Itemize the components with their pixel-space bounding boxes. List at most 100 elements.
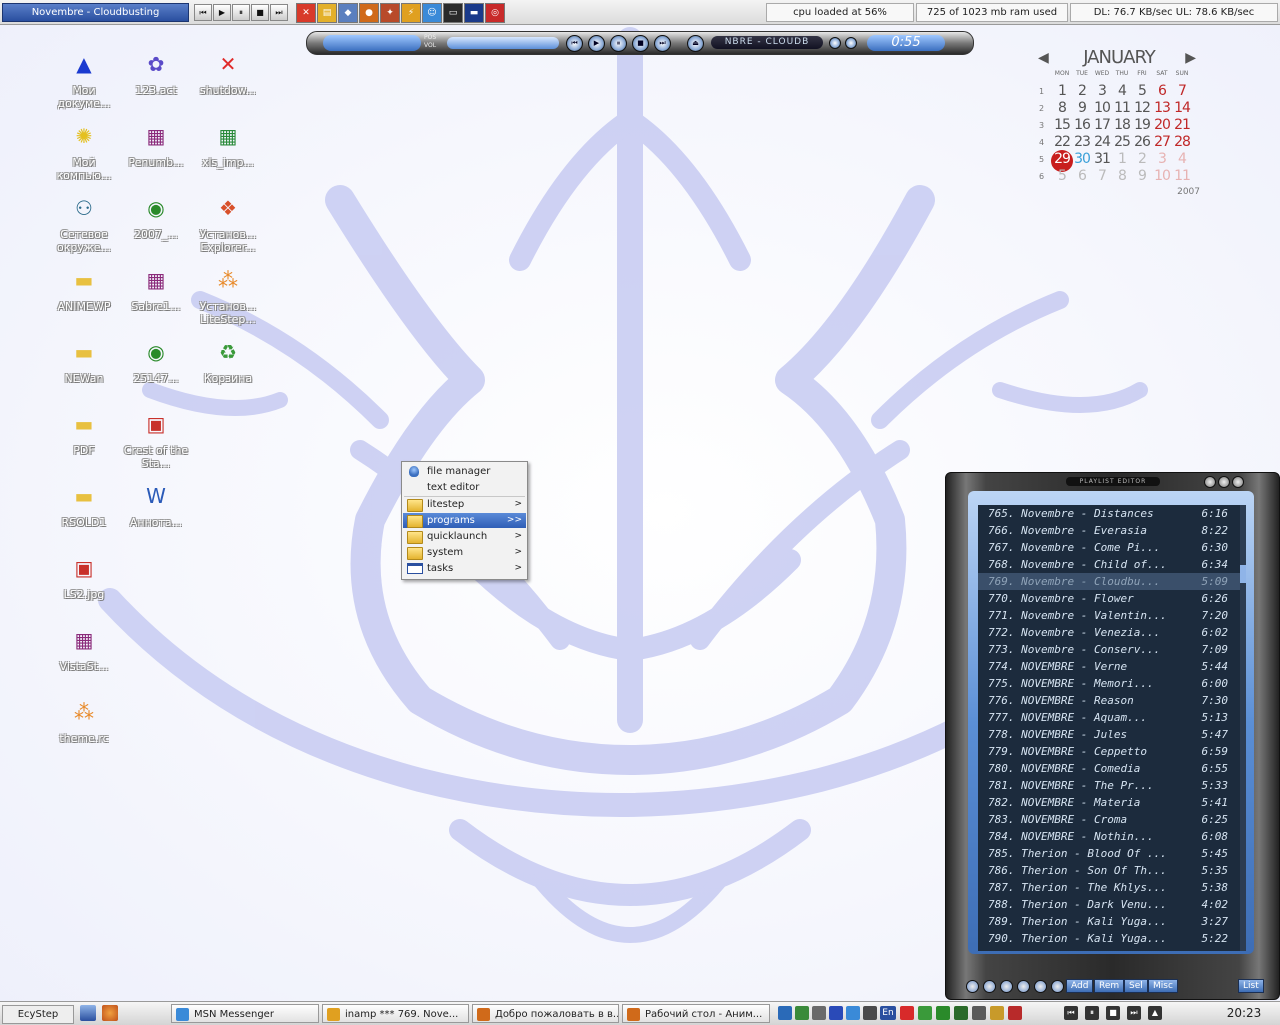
playlist-row[interactable]: 768. Novembre - Child of... 6:34 — [978, 556, 1240, 573]
playlist-row[interactable]: 782. NOVEMBRE - Materia 5:41 — [978, 794, 1240, 811]
calendar-day[interactable]: 21 — [1172, 117, 1192, 133]
winamp-icon[interactable]: ⚡ — [401, 3, 421, 23]
calendar-day[interactable]: 13 — [1152, 100, 1172, 116]
shield-icon[interactable] — [829, 1006, 843, 1020]
playlist-row[interactable]: 774. NOVEMBRE - Verne 5:44 — [978, 658, 1240, 675]
calendar-day[interactable]: 12 — [1132, 100, 1152, 116]
playlist-row[interactable]: 778. NOVEMBRE - Jules 5:47 — [978, 726, 1240, 743]
winamp-main-window[interactable]: POS VOL ⏮ ▶ ⏸ ■ ⏭ ⏏ NBRE - CLOUDB 0:55 — [306, 31, 974, 55]
desktop-icon[interactable]: ✕ shutdow... — [192, 48, 264, 118]
monitor-icon[interactable]: ▭ — [443, 3, 463, 23]
calendar-day[interactable]: 25 — [1112, 134, 1132, 150]
calendar-day[interactable]: 9 — [1132, 168, 1152, 184]
folder-tray-icon[interactable] — [990, 1006, 1004, 1020]
playlist-row[interactable]: 780. NOVEMBRE - Comedia 6:55 — [978, 760, 1240, 777]
playlist-list-button[interactable]: List — [1238, 979, 1264, 993]
seek-slider[interactable] — [447, 37, 559, 49]
calendar-day[interactable]: 23 — [1072, 134, 1092, 150]
playlist-row[interactable]: 787. Therion - The Khlys... 5:38 — [978, 879, 1240, 896]
desktop-icon[interactable]: ✿ 123.act — [120, 48, 192, 118]
desktop-icon[interactable]: ▦ VistaSt... — [48, 624, 120, 694]
terminal-icon[interactable]: ▬ — [464, 3, 484, 23]
desktop-icon[interactable]: ▲ Мои докуме... — [48, 48, 120, 118]
calendar-day[interactable]: 1 — [1112, 151, 1132, 167]
playlist-row[interactable]: 771. Novembre - Valentin... 7:20 — [978, 607, 1240, 624]
playlist-row[interactable]: 788. Therion - Dark Venu... 4:02 — [978, 896, 1240, 913]
playlist-add-button[interactable]: Add — [1066, 979, 1094, 993]
calendar-day[interactable]: 2 — [1132, 151, 1152, 167]
pl-stop-icon[interactable] — [1017, 980, 1030, 993]
calendar-day[interactable]: 18 — [1112, 117, 1132, 133]
tray-prev-icon[interactable]: ⏮ — [1064, 1006, 1078, 1020]
calendar-day[interactable]: 15 — [1052, 117, 1072, 133]
next-month-icon[interactable]: ▶ — [1185, 50, 1196, 66]
opera-icon[interactable]: ◎ — [485, 3, 505, 23]
messenger-tray-icon[interactable] — [846, 1006, 860, 1020]
playlist-row[interactable]: 784. NOVEMBRE - Nothin... 6:08 — [978, 828, 1240, 845]
menu-item-quicklaunch[interactable]: quicklaunch > — [403, 529, 526, 544]
calendar-day[interactable]: 3 — [1092, 83, 1112, 99]
menu-item-system[interactable]: system > — [403, 545, 526, 560]
desktop-icon[interactable]: ⁂ Установ... LiteStep... — [192, 264, 264, 334]
firefox-icon[interactable]: ● — [359, 3, 379, 23]
desktop-icon[interactable]: ⁂ theme.rc — [48, 696, 120, 766]
pl-prev-icon[interactable] — [966, 980, 979, 993]
next-track-button[interactable]: ⏭ — [270, 4, 288, 21]
desktop-icon[interactable]: ⚇ Сетевое окруже... — [48, 192, 120, 262]
desktop-icon[interactable]: ▬ RSOLD1 — [48, 480, 120, 550]
firefox-quick-icon[interactable] — [102, 1005, 118, 1021]
show-desktop-icon[interactable] — [80, 1005, 96, 1021]
calendar-day[interactable]: 27 — [1152, 134, 1172, 150]
gear-icon[interactable] — [972, 1006, 986, 1020]
playlist-scroll-thumb[interactable] — [1240, 565, 1246, 583]
playlist-rem-button[interactable]: Rem — [1094, 979, 1125, 993]
calendar-day[interactable]: 3 — [1152, 151, 1172, 167]
desktop-icon[interactable]: ▣ Crest of the Sta... — [120, 408, 192, 478]
wa-prev-button[interactable]: ⏮ — [566, 35, 583, 52]
playlist-row[interactable]: 781. NOVEMBRE - The Pr... 5:33 — [978, 777, 1240, 794]
folder-icon[interactable]: ▤ — [317, 3, 337, 23]
wa-shuffle-button[interactable] — [829, 37, 841, 49]
eye-icon[interactable] — [936, 1006, 950, 1020]
messenger-icon[interactable]: ☺ — [422, 3, 442, 23]
pl-next-icon[interactable] — [1034, 980, 1047, 993]
playlist-row[interactable]: 766. Novembre - Everasia 8:22 — [978, 522, 1240, 539]
menu-item-litestep[interactable]: litestep > — [403, 497, 526, 512]
calendar-day[interactable]: 22 — [1052, 134, 1072, 150]
network-icon[interactable]: ◆ — [338, 3, 358, 23]
calendar-day[interactable]: 5 — [1052, 168, 1072, 184]
calendar-day[interactable]: 11 — [1112, 100, 1132, 116]
pause-button[interactable]: ⏸ — [232, 4, 250, 21]
active-window-title[interactable]: Novembre - Cloudbusting — [2, 3, 189, 22]
playlist-row[interactable]: 767. Novembre - Come Pi... 6:30 — [978, 539, 1240, 556]
prev-track-button[interactable]: ⏮ — [194, 4, 212, 21]
playlist-scrollbar[interactable] — [1240, 505, 1246, 951]
taskbar-task[interactable]: Добро пожаловать в в... — [472, 1004, 619, 1023]
playlist-shade-icon[interactable] — [1204, 476, 1216, 488]
calendar-day[interactable]: 9 — [1072, 100, 1092, 116]
playlist-minimize-icon[interactable] — [1218, 476, 1230, 488]
antivirus-icon[interactable] — [954, 1006, 968, 1020]
desktop-icon[interactable]: ▦ Sabre1... — [120, 264, 192, 334]
desktop-icon[interactable]: ✺ Мой компью... — [48, 120, 120, 190]
menu-item-file-manager[interactable]: file manager — [403, 464, 526, 479]
calendar-day[interactable]: 8 — [1052, 100, 1072, 116]
calendar-day[interactable]: 17 — [1092, 117, 1112, 133]
menu-item-tasks[interactable]: tasks > — [403, 561, 526, 576]
tray-eject-icon[interactable]: ▲ — [1148, 1006, 1162, 1020]
calendar-day[interactable]: 6 — [1152, 83, 1172, 99]
playlist-row[interactable]: 783. NOVEMBRE - Croma 6:25 — [978, 811, 1240, 828]
playlist-row[interactable]: 775. NOVEMBRE - Memori... 6:00 — [978, 675, 1240, 692]
tray-stop-icon[interactable]: ■ — [1106, 1006, 1120, 1020]
desktop-icon[interactable]: ▦ xls_imp... — [192, 120, 264, 190]
wa-play-button[interactable]: ▶ — [588, 35, 605, 52]
start-button[interactable]: EcyStep — [2, 1005, 74, 1024]
tray-pause-icon[interactable]: ⏸ — [1085, 1006, 1099, 1020]
playlist-misc-button[interactable]: Misc — [1148, 979, 1178, 993]
calendar-day[interactable]: 5 — [1132, 83, 1152, 99]
playlist-row[interactable]: 772. Novembre - Venezia... 6:02 — [978, 624, 1240, 641]
calendar-day[interactable]: 29 — [1052, 151, 1072, 167]
wa-stop-button[interactable]: ■ — [632, 35, 649, 52]
playlist-sel-button[interactable]: Sel — [1124, 979, 1148, 993]
wa-pause-button[interactable]: ⏸ — [610, 35, 627, 52]
